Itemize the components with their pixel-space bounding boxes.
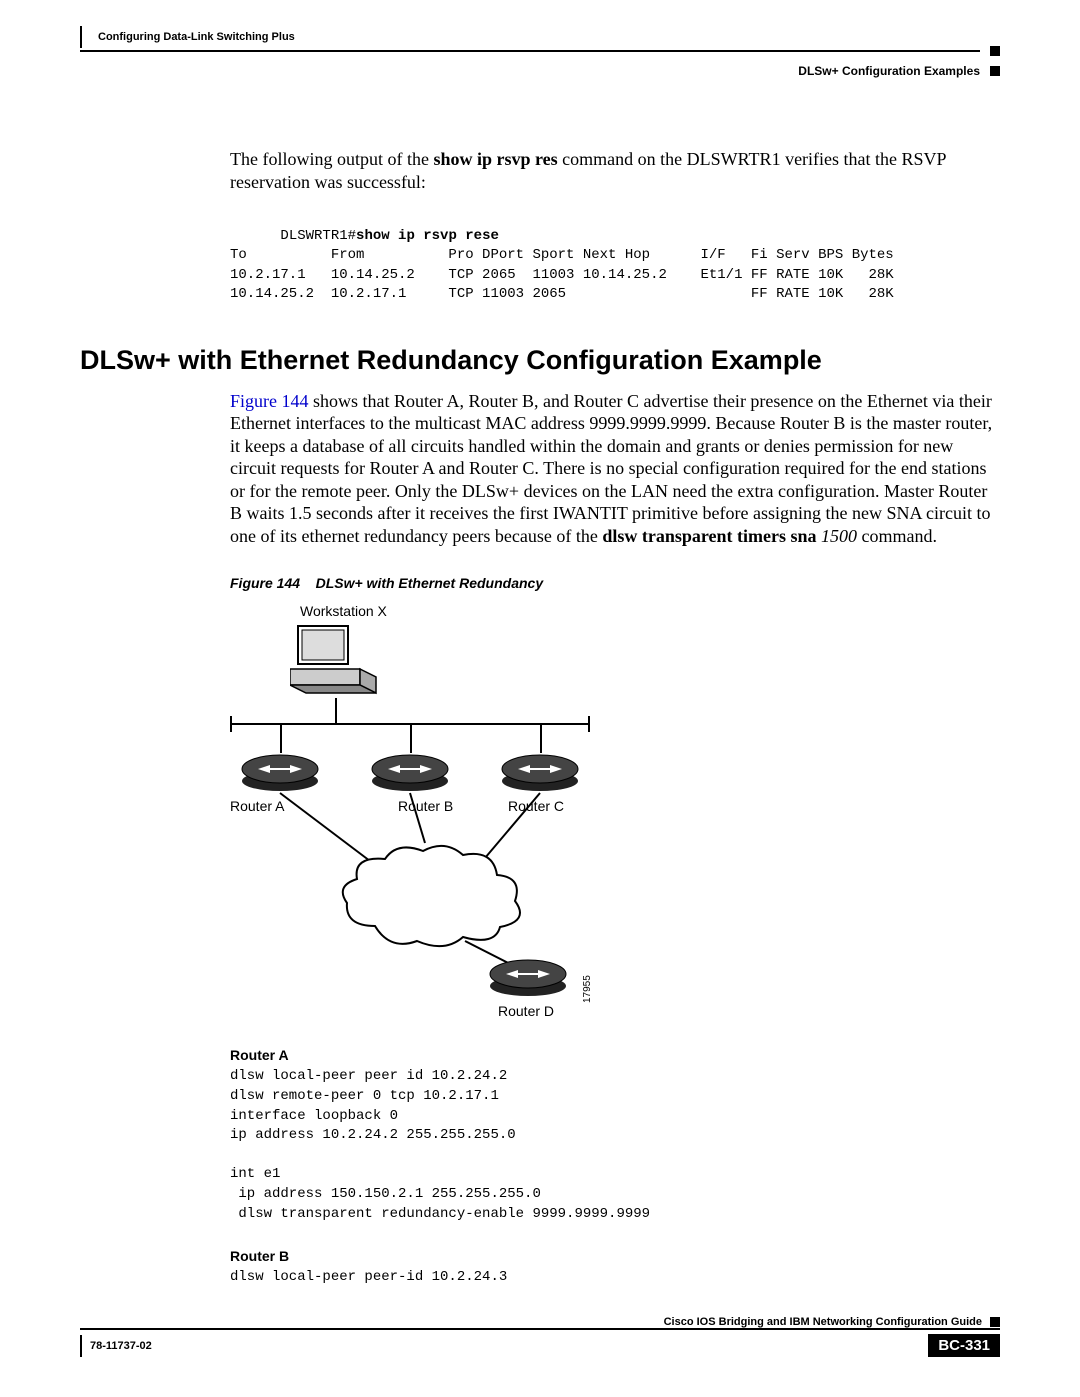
section-paragraph: Figure 144 shows that Router A, Router B… [230, 390, 1000, 548]
figure-diagram: Workstation X [230, 603, 630, 1023]
connector-lines [230, 603, 630, 1023]
router-a-heading: Router A [230, 1047, 1000, 1063]
figure-id: 17955 [582, 976, 593, 1004]
footer-square-icon [990, 1317, 1000, 1327]
breadcrumb-square-icon [990, 66, 1000, 76]
breadcrumb: DLSw+ Configuration Examples [798, 64, 980, 78]
footer-rule [80, 1328, 1000, 1330]
cloud-icon [335, 841, 525, 951]
footer-docnum: 78-11737-02 [90, 1340, 152, 1352]
router-d-icon [488, 958, 568, 998]
footer-bar [80, 1335, 82, 1357]
router-b-config: dlsw local-peer peer-id 10.2.24.3 [230, 1268, 1000, 1288]
header-square-icon [990, 46, 1000, 56]
footer-guide-title: Cisco IOS Bridging and IBM Networking Co… [664, 1316, 982, 1328]
figure-caption: Figure 144 DLSw+ with Ethernet Redundanc… [230, 575, 1000, 591]
router-b-heading: Router B [230, 1248, 1000, 1264]
header-top: Configuring Data-Link Switching Plus DLS… [80, 26, 1000, 78]
router-a-config: dlsw local-peer peer id 10.2.24.2 dlsw r… [230, 1067, 1000, 1224]
page-number-badge: BC-331 [928, 1334, 1000, 1357]
router-d-label: Router D [498, 1003, 554, 1019]
intro-paragraph: The following output of the show ip rsvp… [230, 148, 1000, 193]
header-rule [80, 50, 980, 52]
section-heading: DLSw+ with Ethernet Redundancy Configura… [80, 345, 1000, 376]
cli-output: DLSWRTR1#show ip rsvp rese To From Pro D… [230, 207, 1000, 305]
page-footer: Cisco IOS Bridging and IBM Networking Co… [80, 1316, 1000, 1357]
figure-link[interactable]: Figure 144 [230, 391, 309, 411]
